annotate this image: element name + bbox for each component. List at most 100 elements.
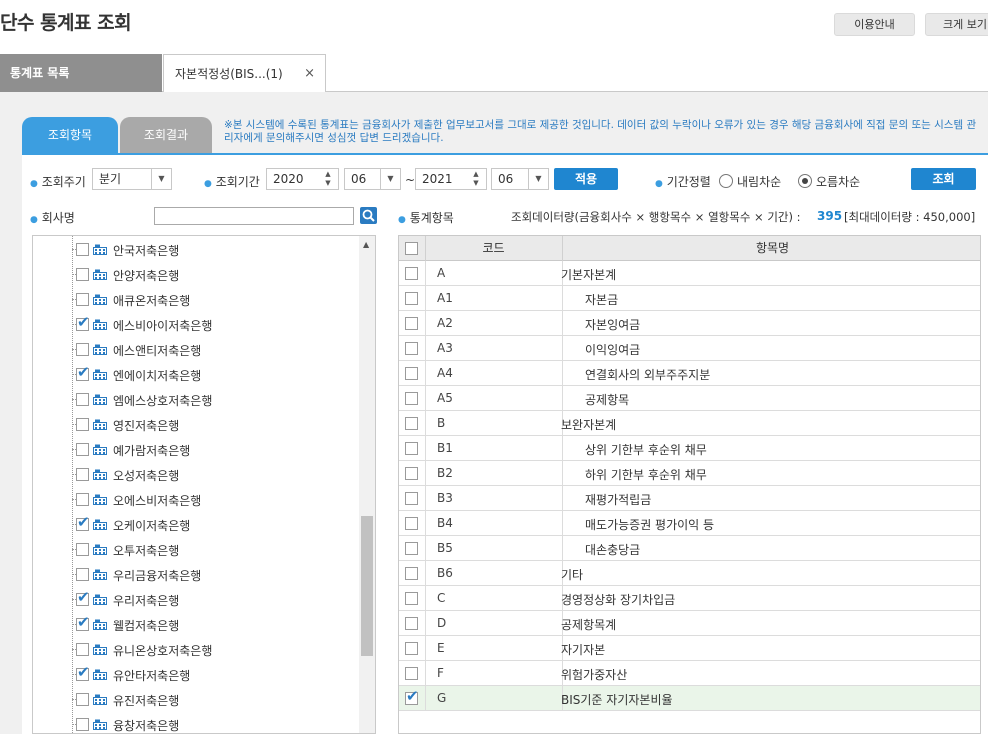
row-checkbox[interactable] — [405, 567, 418, 580]
tree-item[interactable]: 우리금융저축은행 — [33, 562, 359, 587]
row-checkbox[interactable] — [405, 392, 418, 405]
to-month-select[interactable]: 06 ▼ — [491, 168, 549, 190]
tree-item[interactable]: 예가람저축은행 — [33, 437, 359, 462]
table-row[interactable]: B3 재평가적립금 — [399, 486, 980, 511]
tree-item[interactable]: ✔ 엔에이치저축은행 — [33, 362, 359, 387]
table-row[interactable]: B 보완자본계 — [399, 411, 980, 436]
row-checkbox[interactable] — [405, 667, 418, 680]
company-name[interactable]: 안국저축은행 — [113, 242, 179, 259]
tree-item[interactable]: ✔ 에스비아이저축은행 — [33, 312, 359, 337]
table-row[interactable]: A4 연결회사의 외부주주지분 — [399, 361, 980, 386]
tree-item[interactable]: ✔ 우리저축은행 — [33, 587, 359, 612]
zoom-button[interactable]: 크게 보기 — [925, 13, 988, 36]
company-name[interactable]: 유니온상호저축은행 — [113, 642, 212, 659]
tab-stat-list[interactable]: 통계표 목록 — [0, 54, 162, 92]
company-checkbox[interactable] — [76, 568, 89, 581]
from-month-select[interactable]: 06 ▼ — [344, 168, 401, 190]
row-checkbox[interactable] — [405, 492, 418, 505]
company-name[interactable]: 에스비아이저축은행 — [113, 317, 212, 334]
row-checkbox[interactable] — [405, 617, 418, 630]
company-checkbox[interactable] — [76, 418, 89, 431]
row-checkbox[interactable] — [405, 442, 418, 455]
tree-item[interactable]: 유니온상호저축은행 — [33, 637, 359, 662]
company-checkbox[interactable] — [76, 343, 89, 356]
tree-item[interactable]: 유진저축은행 — [33, 687, 359, 712]
tree-item[interactable]: 에스앤티저축은행 — [33, 337, 359, 362]
company-name[interactable]: 오케이저축은행 — [113, 517, 190, 534]
table-row[interactable]: A2 자본잉여금 — [399, 311, 980, 336]
tree-item[interactable]: 오성저축은행 — [33, 462, 359, 487]
company-checkbox[interactable]: ✔ — [76, 590, 90, 606]
sort-asc-radio[interactable] — [798, 174, 812, 188]
row-checkbox[interactable] — [405, 367, 418, 380]
tree-item[interactable]: 융창저축은행 — [33, 712, 359, 733]
row-checkbox[interactable] — [405, 267, 418, 280]
sort-asc-label[interactable]: 오름차순 — [816, 173, 860, 190]
company-name[interactable]: 예가람저축은행 — [113, 442, 190, 459]
cycle-select[interactable]: 분기 ▼ — [92, 168, 172, 190]
tree-item[interactable]: 영진저축은행 — [33, 412, 359, 437]
tree-item[interactable]: ✔ 웰컴저축은행 — [33, 612, 359, 637]
close-icon[interactable]: × — [304, 55, 315, 93]
tab-query-results[interactable]: 조회결과 — [120, 117, 212, 153]
tree-item[interactable]: 안국저축은행 — [33, 237, 359, 262]
table-row[interactable]: A3 이익잉여금 — [399, 336, 980, 361]
tree-item[interactable]: 엠에스상호저축은행 — [33, 387, 359, 412]
table-row[interactable]: ✔ G BIS기준 자기자본비율 — [399, 686, 980, 711]
row-checkbox[interactable] — [405, 417, 418, 430]
sort-desc-label[interactable]: 내림차순 — [737, 173, 781, 190]
company-name[interactable]: 우리저축은행 — [113, 592, 179, 609]
company-checkbox[interactable]: ✔ — [76, 315, 90, 331]
row-checkbox[interactable] — [405, 342, 418, 355]
company-name[interactable]: 유진저축은행 — [113, 692, 179, 709]
table-row[interactable]: B1 상위 기한부 후순위 채무 — [399, 436, 980, 461]
row-checkbox[interactable] — [405, 592, 418, 605]
row-checkbox[interactable] — [405, 642, 418, 655]
tree-scrollbar[interactable]: ▲ — [359, 236, 375, 733]
scroll-up-icon[interactable]: ▲ — [363, 240, 369, 249]
company-checkbox[interactable]: ✔ — [76, 665, 90, 681]
table-row[interactable]: A1 자본금 — [399, 286, 980, 311]
from-year-spinner[interactable]: 2020 ▲ ▼ — [266, 168, 339, 190]
company-name[interactable]: 우리금융저축은행 — [113, 567, 201, 584]
row-checkbox[interactable] — [405, 517, 418, 530]
table-row[interactable]: F 위험가중자산 — [399, 661, 980, 686]
tree-item[interactable]: ✔ 유안타저축은행 — [33, 662, 359, 687]
table-row[interactable]: B5 대손충당금 — [399, 536, 980, 561]
search-button[interactable]: 조회 — [911, 168, 976, 190]
company-name[interactable]: 애큐온저축은행 — [113, 292, 190, 309]
guide-button[interactable]: 이용안내 — [834, 13, 915, 36]
company-name[interactable]: 오투저축은행 — [113, 542, 179, 559]
company-name[interactable]: 에스앤티저축은행 — [113, 342, 201, 359]
company-name[interactable]: 안양저축은행 — [113, 267, 179, 284]
select-all-checkbox[interactable] — [405, 242, 418, 255]
row-checkbox[interactable] — [405, 317, 418, 330]
table-row[interactable]: A5 공제항목 — [399, 386, 980, 411]
table-row[interactable]: B6 기타 — [399, 561, 980, 586]
company-name[interactable]: 엔에이치저축은행 — [113, 367, 201, 384]
company-checkbox[interactable] — [76, 693, 89, 706]
table-row[interactable]: B4 매도가능증권 평가이익 등 — [399, 511, 980, 536]
row-checkbox[interactable] — [405, 292, 418, 305]
company-checkbox[interactable] — [76, 243, 89, 256]
tab-query-items[interactable]: 조회항목 — [22, 117, 118, 153]
company-checkbox[interactable] — [76, 393, 89, 406]
company-name[interactable]: 웰컴저축은행 — [113, 617, 179, 634]
tree-item[interactable]: 안양저축은행 — [33, 262, 359, 287]
row-checkbox[interactable]: ✔ — [405, 689, 419, 705]
company-checkbox[interactable] — [76, 543, 89, 556]
company-name[interactable]: 융창저축은행 — [113, 717, 179, 733]
row-checkbox[interactable] — [405, 467, 418, 480]
company-checkbox[interactable] — [76, 443, 89, 456]
company-tree[interactable]: ▲ 안국저축은행안양저축은행애큐온저축은행 ✔ 에스비아이저축은행에스앤티저축은행 ✔… — [32, 235, 376, 734]
company-name[interactable]: 유안타저축은행 — [113, 667, 190, 684]
table-row[interactable]: B2 하위 기한부 후순위 채무 — [399, 461, 980, 486]
company-checkbox[interactable] — [76, 493, 89, 506]
tree-item[interactable]: 오에스비저축은행 — [33, 487, 359, 512]
company-checkbox[interactable]: ✔ — [76, 365, 90, 381]
table-row[interactable]: E 자기자본 — [399, 636, 980, 661]
tab-capital-adequacy[interactable]: 자본적정성(BIS...(1) × — [163, 54, 326, 93]
company-checkbox[interactable] — [76, 468, 89, 481]
company-name[interactable]: 오성저축은행 — [113, 467, 179, 484]
company-checkbox[interactable] — [76, 268, 89, 281]
